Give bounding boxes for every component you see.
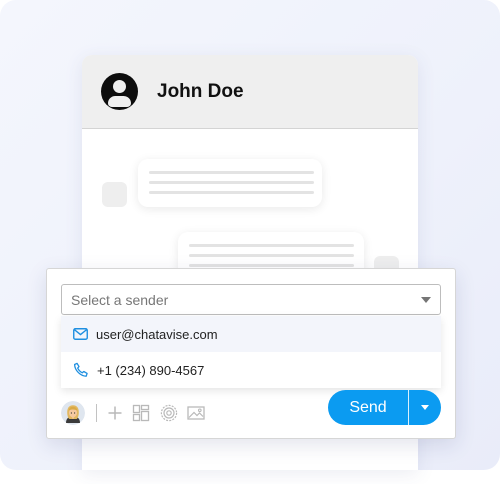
- message-line-placeholder: [189, 264, 354, 267]
- agent-avatar-icon[interactable]: [61, 401, 85, 425]
- incoming-message-bubble: [138, 159, 322, 207]
- composer-toolbar: [61, 401, 231, 425]
- send-button-group: Send: [328, 390, 441, 425]
- message-line-placeholder: [149, 181, 314, 184]
- message-line-placeholder: [189, 244, 354, 247]
- sender-option-label: user@chatavise.com: [96, 326, 218, 342]
- chevron-down-icon: [421, 405, 429, 410]
- sender-option-phone[interactable]: +1 (234) 890-4567: [61, 352, 441, 388]
- message-line-placeholder: [149, 191, 314, 194]
- toolbar-divider: [96, 404, 97, 422]
- image-icon[interactable]: [186, 403, 206, 423]
- incoming-message-avatar: [102, 182, 127, 207]
- message-line-placeholder: [149, 171, 314, 174]
- message-composer: Select a sender user@chatavise.com +1 (2…: [46, 268, 456, 439]
- contact-name: John Doe: [157, 80, 244, 102]
- sender-option-email[interactable]: user@chatavise.com: [61, 316, 441, 352]
- user-circle-icon: [101, 73, 138, 110]
- chat-header: John Doe: [82, 55, 418, 129]
- sender-option-label: +1 (234) 890-4567: [97, 362, 205, 378]
- sender-dropdown: user@chatavise.com +1 (234) 890-4567: [61, 316, 441, 388]
- templates-icon[interactable]: [131, 403, 151, 423]
- message-line-placeholder: [189, 254, 354, 257]
- mail-icon: [73, 328, 88, 340]
- phone-icon: [73, 362, 88, 377]
- chevron-down-icon[interactable]: [421, 297, 431, 303]
- plus-icon[interactable]: [105, 403, 125, 423]
- send-options-toggle[interactable]: [409, 390, 441, 425]
- sender-select[interactable]: Select a sender: [61, 284, 441, 315]
- sender-select-placeholder: Select a sender: [71, 291, 169, 308]
- send-button[interactable]: Send: [328, 390, 408, 425]
- target-icon[interactable]: [159, 403, 179, 423]
